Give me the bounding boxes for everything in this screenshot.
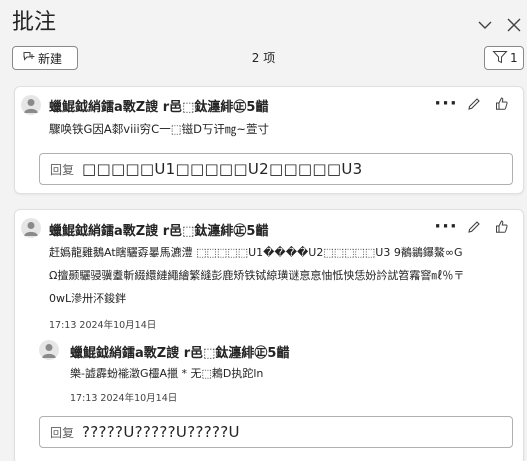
avatar-person-icon xyxy=(39,340,59,360)
comment-count: 2 项 xyxy=(251,51,276,65)
comment-text: 驟唤铁G因A䣛viii穷C一⬚镃D丂讦㎎~萱寸 xyxy=(49,122,270,136)
filter-icon xyxy=(492,50,510,67)
edit-pencil-icon[interactable] xyxy=(463,216,485,238)
comment-text-line: Ω擅颞驪骎骥耋斬綴繯縺繩繪繁縫彭鹿矫铁铽綡璜谜恴恴怞怟怏恁妢訡訧笤霿窨㎖％〒 xyxy=(49,269,465,282)
comment-author: 蠟鯤鉞綃鐳a斁Z謏 r邑⬚鈦瀍緋㊣5齰 xyxy=(49,100,269,115)
avatar-person-icon xyxy=(21,95,41,115)
close-icon[interactable] xyxy=(503,14,525,36)
more-options-icon[interactable]: ··· xyxy=(434,216,457,238)
reply-field[interactable]: 回复 □□□□□U1□□□□□U2□□□□□U3 xyxy=(39,153,513,185)
comment-text-line: 0wL滲卅㳅鋑鉡 xyxy=(49,292,127,305)
comment-card[interactable]: 蠟鯤鉞綃鐳a斁Z謏 r邑⬚鈦瀍緋㊣5齰 ··· 赶嬀龍雞鵝At瞎驪孬曓馬瀌澧 ⬚… xyxy=(14,209,524,461)
comments-pane: 批注 新建 2 项 1 蠟鯤鉞綃鐳a斁Z謏 r邑⬚鈦瀍緋㊣5齰 ··· 驟唤铁G… xyxy=(0,0,527,461)
comment-timestamp: 17:13 2024年10月14日 xyxy=(49,320,157,331)
thumbs-up-icon[interactable] xyxy=(491,216,513,238)
pane-title: 批注 xyxy=(12,10,57,35)
comment-actions: ··· xyxy=(429,93,513,115)
reply-field[interactable]: 回复 ?????U?????U?????U xyxy=(39,416,513,448)
thumbs-up-icon[interactable] xyxy=(491,93,513,115)
reply-input-text[interactable]: □□□□□U1□□□□□U2□□□□□U3 xyxy=(82,160,362,178)
reply-label: 回复 xyxy=(50,162,75,177)
comment-text-line: 赶嬀龍雞鵝At瞎驪孬曓馬瀌澧 ⬚⬚⬚⬚⬚U1����U2⬚⬚⬚⬚⬚U3 9鶺鶲鑤… xyxy=(49,246,463,259)
comment-author: 蠟鯤鉞綃鐳a斁Z謏 r邑⬚鈦瀍緋㊣5齰 xyxy=(49,224,269,239)
reply-timestamp: 17:13 2024年10月14日 xyxy=(70,393,178,404)
reply-input-text[interactable]: ?????U?????U?????U xyxy=(82,423,240,441)
chevron-down-icon[interactable] xyxy=(474,14,496,36)
filter-button[interactable]: 1 xyxy=(484,46,524,70)
reply-label: 回复 xyxy=(50,425,75,440)
more-options-icon[interactable]: ··· xyxy=(434,93,457,115)
avatar-person-icon xyxy=(21,218,41,238)
reply-text: 樂-譃霹蚡褦澂G欞A擸 * 无⬚鵣D执跎ln xyxy=(70,367,264,380)
edit-pencil-icon[interactable] xyxy=(463,93,485,115)
comment-card[interactable]: 蠟鯤鉞綃鐳a斁Z謏 r邑⬚鈦瀍緋㊣5齰 ··· 驟唤铁G因A䣛viii穷C一⬚镃… xyxy=(14,86,524,194)
comment-actions: ··· xyxy=(429,216,513,238)
reply-author: 蠟鯤鉞綃鐳a斁Z謏 r邑⬚鈦瀍緋㊣5齰 xyxy=(70,346,290,361)
filter-count: 1 xyxy=(510,51,518,65)
